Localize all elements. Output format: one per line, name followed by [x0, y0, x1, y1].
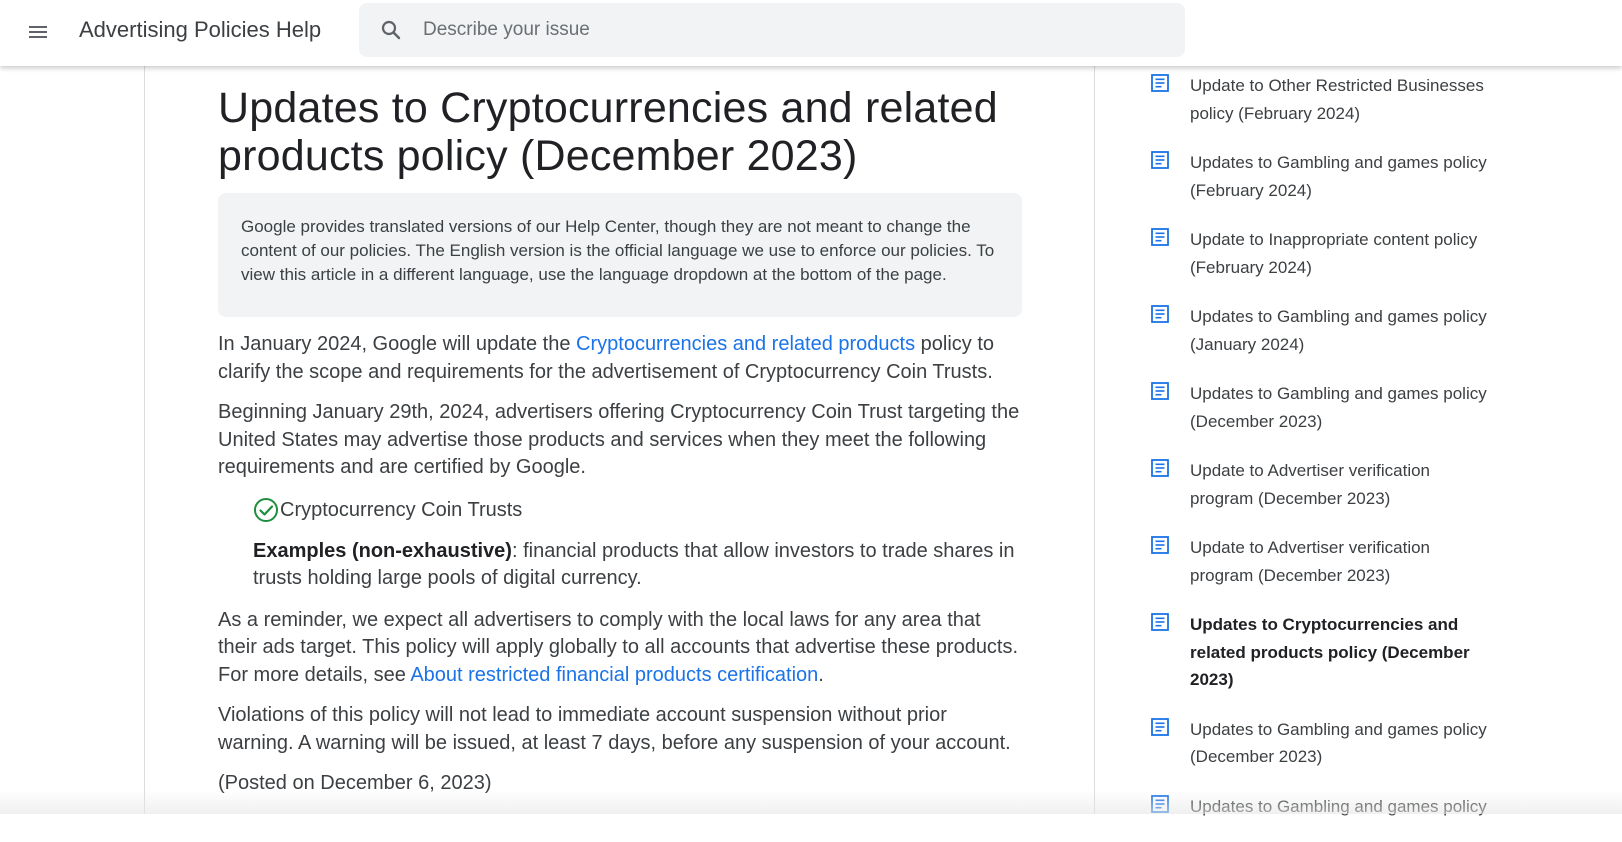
- sidebar-item-label: Update to Advertiser verification progra…: [1190, 461, 1431, 508]
- content-divider-left: [144, 66, 145, 814]
- reminder-paragraph: As a reminder, we expect all advertisers…: [218, 607, 1022, 690]
- article-icon: [1150, 227, 1170, 247]
- translation-notice: Google provides translated versions of o…: [218, 193, 1022, 317]
- sidebar-item[interactable]: Update to Other Restricted Businesses po…: [1150, 72, 1490, 127]
- article-icon: [1150, 304, 1170, 324]
- sidebar-item-label: Update to Advertiser verification progra…: [1190, 538, 1431, 585]
- reminder-text-after: .: [818, 663, 824, 686]
- certification-link[interactable]: About restricted financial products cert…: [410, 664, 818, 686]
- sidebar-item-label: Updates to Gambling and games policy (Fe…: [1190, 153, 1487, 200]
- sidebar-item-label: Updates to Cryptocurrencies and related …: [1190, 615, 1470, 689]
- sidebar-item-label: Update to Other Restricted Businesses po…: [1190, 76, 1484, 123]
- article-icon: [1150, 717, 1170, 737]
- examples-note: Examples (non-exhaustive): financial pro…: [253, 538, 1022, 593]
- article-icon: [1150, 794, 1170, 814]
- sidebar-item[interactable]: Update to Advertiser verification progra…: [1150, 534, 1490, 589]
- allowed-item-label: Cryptocurrency Coin Trusts: [280, 498, 523, 521]
- sidebar-item[interactable]: Updates to Gambling and games policy (De…: [1150, 716, 1490, 771]
- intro-paragraph: In January 2024, Google will update the …: [218, 331, 1022, 386]
- sidebar-item[interactable]: Update to Advertiser verification progra…: [1150, 457, 1490, 512]
- article-icon: [1150, 150, 1170, 170]
- top-app-bar: Advertising Policies Help: [0, 0, 1622, 66]
- sidebar-item-label: Updates to Gambling and games policy (Ja…: [1190, 307, 1487, 354]
- requirements-paragraph: Beginning January 29th, 2024, advertiser…: [218, 401, 1020, 478]
- article-icon: [1150, 381, 1170, 401]
- sidebar-item-label: Updates to Gambling and games policy (De…: [1190, 719, 1487, 767]
- article-icon: [1150, 535, 1170, 555]
- related-articles-sidebar: Update to Other Restricted Businesses po…: [1150, 72, 1490, 842]
- examples-label: Examples (non-exhaustive): [253, 539, 512, 562]
- crypto-policy-link[interactable]: Cryptocurrencies and related products: [576, 333, 915, 355]
- article-body: Updates to Cryptocurrencies and related …: [218, 84, 1022, 798]
- sidebar-item-label: Updates to Gambling and games policy (De…: [1190, 384, 1487, 431]
- article-icon: [1150, 612, 1170, 632]
- page-title: Updates to Cryptocurrencies and related …: [218, 84, 998, 180]
- sidebar-item[interactable]: Update to Inappropriate content policy (…: [1150, 226, 1490, 281]
- article-icon: [1150, 458, 1170, 478]
- app-title[interactable]: Advertising Policies Help: [79, 16, 321, 44]
- sidebar-item-label: Update to Inappropriate content policy (…: [1190, 230, 1478, 277]
- hamburger-menu-icon[interactable]: [18, 12, 58, 52]
- article-icon: [1150, 73, 1170, 93]
- violations-paragraph: Violations of this policy will not lead …: [218, 704, 1011, 754]
- check-circle-icon: [253, 497, 279, 523]
- intro-text-before: In January 2024, Google will update the: [218, 333, 577, 355]
- sidebar-item-label: Updates to Gambling and games policy: [1190, 796, 1487, 816]
- sidebar-item[interactable]: Updates to Gambling and games policy: [1150, 793, 1490, 821]
- sidebar-item[interactable]: Updates to Gambling and games policy (Fe…: [1150, 149, 1490, 204]
- search-icon[interactable]: [379, 18, 403, 42]
- search-bar[interactable]: [359, 3, 1185, 57]
- search-input[interactable]: [421, 12, 1161, 48]
- posted-date: (Posted on December 6, 2023): [218, 772, 492, 794]
- sidebar-item-current[interactable]: Updates to Cryptocurrencies and related …: [1150, 611, 1490, 694]
- allowed-item: Cryptocurrency Coin Trusts: [253, 497, 1022, 524]
- content-divider-right: [1094, 66, 1095, 814]
- sidebar-item[interactable]: Updates to Gambling and games policy (Ja…: [1150, 303, 1490, 358]
- sidebar-item[interactable]: Updates to Gambling and games policy (De…: [1150, 380, 1490, 435]
